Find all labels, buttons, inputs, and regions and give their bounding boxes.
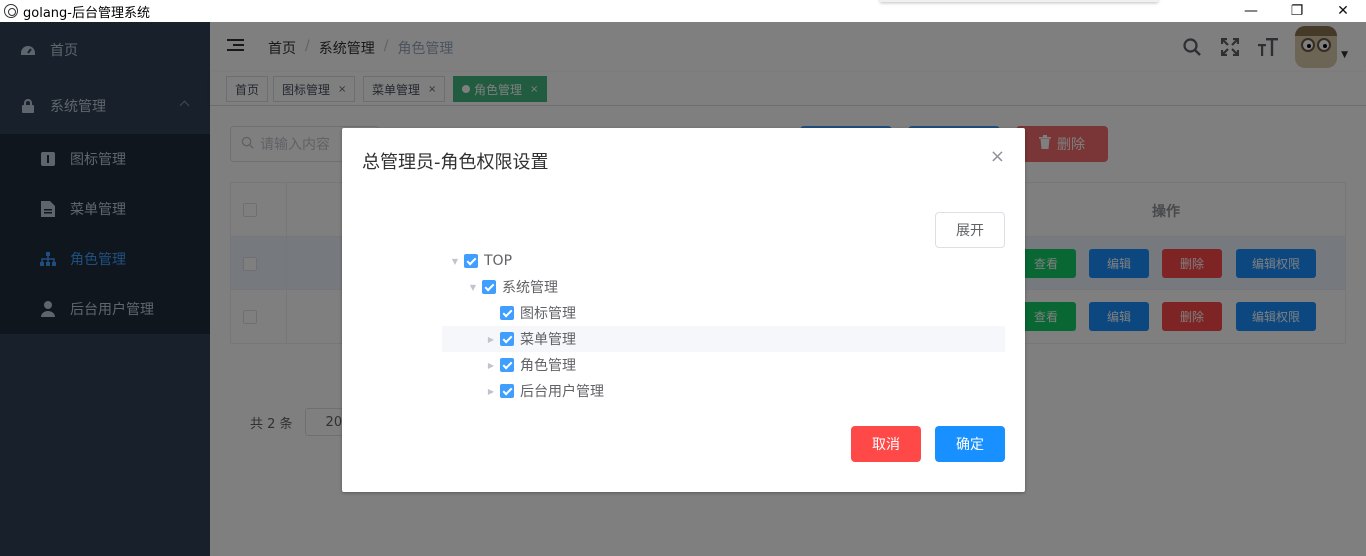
cancel-button[interactable]: 取消 <box>851 426 921 462</box>
tree-node[interactable]: 图标管理 <box>442 300 1005 326</box>
dialog-title: 总管理员-角色权限设置 <box>362 152 549 173</box>
role-permission-dialog: 总管理员-角色权限设置 × 展开 ▼ TOP ▼ 系统管理 图标管理 ▶ 菜单管… <box>342 128 1025 492</box>
tree-node[interactable]: ▶ 角色管理 <box>442 352 1005 378</box>
window-tooltip <box>880 0 1158 2</box>
caret-right-icon[interactable]: ▶ <box>482 382 500 400</box>
caret-right-icon[interactable]: ▶ <box>482 356 500 374</box>
checkbox-checked[interactable] <box>500 384 514 398</box>
checkbox-checked[interactable] <box>500 332 514 346</box>
tree-node[interactable]: ▼ 系统管理 <box>442 274 1005 300</box>
window-controls: — ❐ ✕ <box>1228 0 1366 22</box>
close-window-button[interactable]: ✕ <box>1320 0 1366 22</box>
window-titlebar: golang-后台管理系统 — ❐ ✕ <box>0 0 1366 22</box>
tree-node-label: 后台用户管理 <box>520 384 604 400</box>
tree-node-label: 角色管理 <box>520 358 576 374</box>
minimize-button[interactable]: — <box>1228 0 1274 22</box>
window-title: golang-后台管理系统 <box>23 5 150 21</box>
checkbox-checked[interactable] <box>500 358 514 372</box>
restore-button[interactable]: ❐ <box>1274 0 1320 22</box>
caret-down-icon[interactable]: ▼ <box>446 252 464 270</box>
tree-node[interactable]: ▶ 菜单管理 <box>442 326 1005 352</box>
checkbox-checked[interactable] <box>500 306 514 320</box>
caret-right-icon[interactable]: ▶ <box>482 330 500 348</box>
confirm-button[interactable]: 确定 <box>935 426 1005 462</box>
tree-node-label: 系统管理 <box>502 280 558 296</box>
checkbox-checked[interactable] <box>482 280 496 294</box>
expand-button[interactable]: 展开 <box>935 212 1005 248</box>
tree-node[interactable]: ▶ 后台用户管理 <box>442 378 1005 404</box>
caret-down-icon[interactable]: ▼ <box>464 278 482 296</box>
close-icon[interactable]: × <box>990 146 1005 167</box>
tree-node-label: 菜单管理 <box>520 332 576 348</box>
app-icon <box>4 4 18 18</box>
checkbox-checked[interactable] <box>464 254 478 268</box>
tree-node-label: 图标管理 <box>520 306 576 322</box>
tree-node[interactable]: ▼ TOP <box>442 248 1005 274</box>
leaf-spacer <box>482 304 500 322</box>
permission-tree: ▼ TOP ▼ 系统管理 图标管理 ▶ 菜单管理 ▶ 角色管理 ▶ 后台用户管理 <box>442 248 1005 404</box>
tree-node-label: TOP <box>484 253 513 269</box>
